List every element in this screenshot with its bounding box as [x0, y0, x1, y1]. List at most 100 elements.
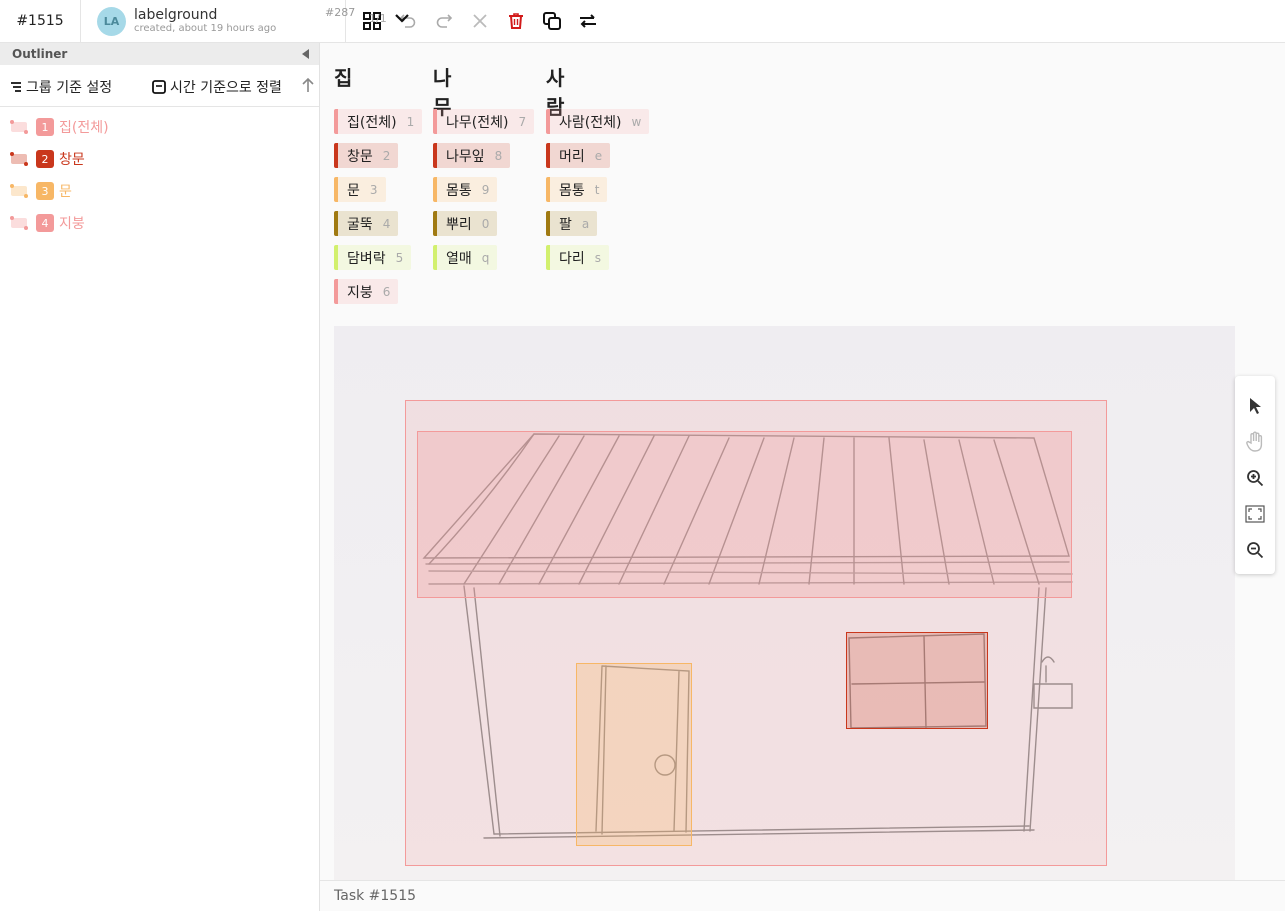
group-by-label: 그룹 기준 설정: [26, 80, 113, 96]
zoom-toolbar: [1235, 376, 1275, 574]
group-by-button[interactable]: 그룹 기준 설정: [10, 77, 112, 97]
list-icon: [11, 82, 21, 92]
avatar: LA: [97, 6, 126, 36]
region-item[interactable]: 1 집(전체): [0, 111, 319, 143]
rectangle-icon: [10, 184, 28, 198]
region-label: 창문: [59, 152, 85, 168]
pointer-icon[interactable]: [1235, 388, 1275, 424]
task-id: #1515: [0, 0, 81, 43]
label-chip[interactable]: 몸통 t: [546, 177, 608, 202]
label-hotkey: 5: [395, 250, 404, 265]
label-hotkey: 7: [518, 114, 527, 129]
label-chip-text: 몸통: [559, 182, 585, 199]
top-bar: #1515 LA labelground created, about 19 h…: [0, 0, 1285, 43]
label-chip[interactable]: 지붕 6: [334, 279, 399, 304]
annotation-count: 1/1: [369, 11, 387, 25]
region-label: 집(전체): [59, 120, 109, 136]
label-chip[interactable]: 나무(전체) 7: [433, 109, 535, 134]
label-hotkey: 2: [382, 148, 391, 163]
label-chip[interactable]: 문3: [334, 177, 386, 202]
label-chip[interactable]: 집(전체) 1: [334, 109, 423, 134]
region-index-badge: 1: [36, 118, 54, 136]
duplicate-icon[interactable]: [540, 9, 564, 33]
label-chip[interactable]: 머리 e: [546, 143, 611, 168]
label-group-title: 집: [334, 66, 353, 90]
region-window-box[interactable]: [846, 632, 988, 729]
region-door-box[interactable]: [576, 663, 692, 846]
label-hotkey: w: [631, 114, 642, 129]
delete-icon[interactable]: [504, 9, 528, 33]
label-chip[interactable]: 담벼락 5: [334, 245, 412, 270]
label-chip-text: 팔: [559, 216, 572, 233]
label-hotkey: s: [594, 250, 602, 265]
label-group-title: 나무: [433, 66, 452, 119]
label-hotkey: 8: [494, 148, 503, 163]
region-index-badge: 4: [36, 214, 54, 232]
outliner-header: Outliner: [0, 43, 319, 65]
image-canvas[interactable]: [334, 326, 1235, 881]
label-chip[interactable]: 몸통 9: [433, 177, 498, 202]
label-chip[interactable]: 나무잎 8: [433, 143, 511, 168]
zoom-out-icon[interactable]: [1235, 532, 1275, 568]
zoom-in-icon[interactable]: [1235, 460, 1275, 496]
label-chip-text: 지붕: [347, 284, 373, 301]
label-chip[interactable]: 뿌리 0: [433, 211, 498, 236]
annotation-number: #287: [325, 5, 356, 19]
label-chip-text: 나무(전체): [446, 114, 509, 131]
swap-icon[interactable]: [576, 9, 600, 33]
footer-task: Task #1515: [320, 880, 1285, 911]
label-chip[interactable]: 다리 s: [546, 245, 610, 270]
region-label: 지붕: [59, 216, 85, 232]
region-item[interactable]: 4 지붕: [0, 207, 319, 239]
region-index-badge: 2: [36, 150, 54, 168]
label-chip-text: 머리: [559, 148, 585, 165]
label-chip-text: 담벼락: [347, 250, 386, 267]
label-chip-text: 문: [347, 182, 360, 199]
chevron-down-icon[interactable]: [393, 9, 411, 27]
region-index-badge: 3: [36, 182, 54, 200]
outliner-panel: Outliner 그룹 기준 설정 시간 기준으로 정렬 1 집(전체) 2 창문 3 문…: [0, 43, 320, 911]
sort-direction-icon[interactable]: [301, 77, 315, 93]
label-chip-text: 집(전체): [347, 114, 397, 131]
close-icon[interactable]: [468, 9, 492, 33]
label-hotkey: e: [594, 148, 603, 163]
label-group: 집집(전체) 1 창문 2 문 3 굴뚝 4 담벼락 5 지붕 6: [334, 62, 423, 304]
label-chip[interactable]: 열매 q: [433, 245, 498, 270]
label-hotkey: a: [581, 216, 590, 231]
label-chip-text: 뿌리: [446, 216, 472, 233]
annotation-created: created, about 19 hours ago: [134, 23, 277, 35]
label-chip-text: 다리: [559, 250, 585, 267]
fit-icon[interactable]: [1235, 496, 1275, 532]
rectangle-icon: [10, 120, 28, 134]
label-group-title: 사람: [546, 66, 565, 119]
annotation-user: labelground: [134, 6, 218, 23]
label-chip-text: 열매: [446, 250, 472, 267]
sort-button[interactable]: 시간 기준으로 정렬: [152, 77, 282, 97]
annotation-selector[interactable]: LA labelground created, about 19 hours a…: [81, 0, 409, 43]
label-hotkey: 4: [382, 216, 391, 231]
label-chip[interactable]: 팔a: [546, 211, 598, 236]
region-item[interactable]: 3문: [0, 175, 319, 207]
label-chip-text: 굴뚝: [347, 216, 373, 233]
label-hotkey: 1: [406, 114, 415, 129]
sort-time-icon: [152, 80, 166, 94]
hand-icon[interactable]: [1235, 424, 1275, 460]
region-item[interactable]: 2 창문: [0, 143, 319, 175]
region-label: 문: [59, 184, 72, 200]
redo-icon[interactable]: [432, 9, 456, 33]
label-group: 나무 나무(전체) 7 나무잎 8 몸통 9 뿌리 0 열매 q: [433, 62, 535, 270]
collapse-icon[interactable]: [302, 49, 309, 59]
sort-label: 시간 기준으로 정렬: [170, 80, 282, 96]
label-hotkey: 9: [481, 182, 490, 197]
label-chip[interactable]: 굴뚝 4: [334, 211, 399, 236]
label-hotkey: t: [594, 182, 600, 197]
label-chip-text: 나무잎: [446, 148, 485, 165]
label-hotkey: 3: [369, 182, 378, 197]
label-chip[interactable]: 창문 2: [334, 143, 399, 168]
region-roof-box[interactable]: [417, 431, 1072, 598]
label-chip[interactable]: 사람(전체) w: [546, 109, 650, 134]
label-hotkey: q: [481, 250, 490, 265]
label-group: 사람 사람(전체) w 머리 e 몸통 t 팔 a 다리 s: [546, 62, 650, 270]
rectangle-icon: [10, 216, 28, 230]
rectangle-icon: [10, 152, 28, 166]
